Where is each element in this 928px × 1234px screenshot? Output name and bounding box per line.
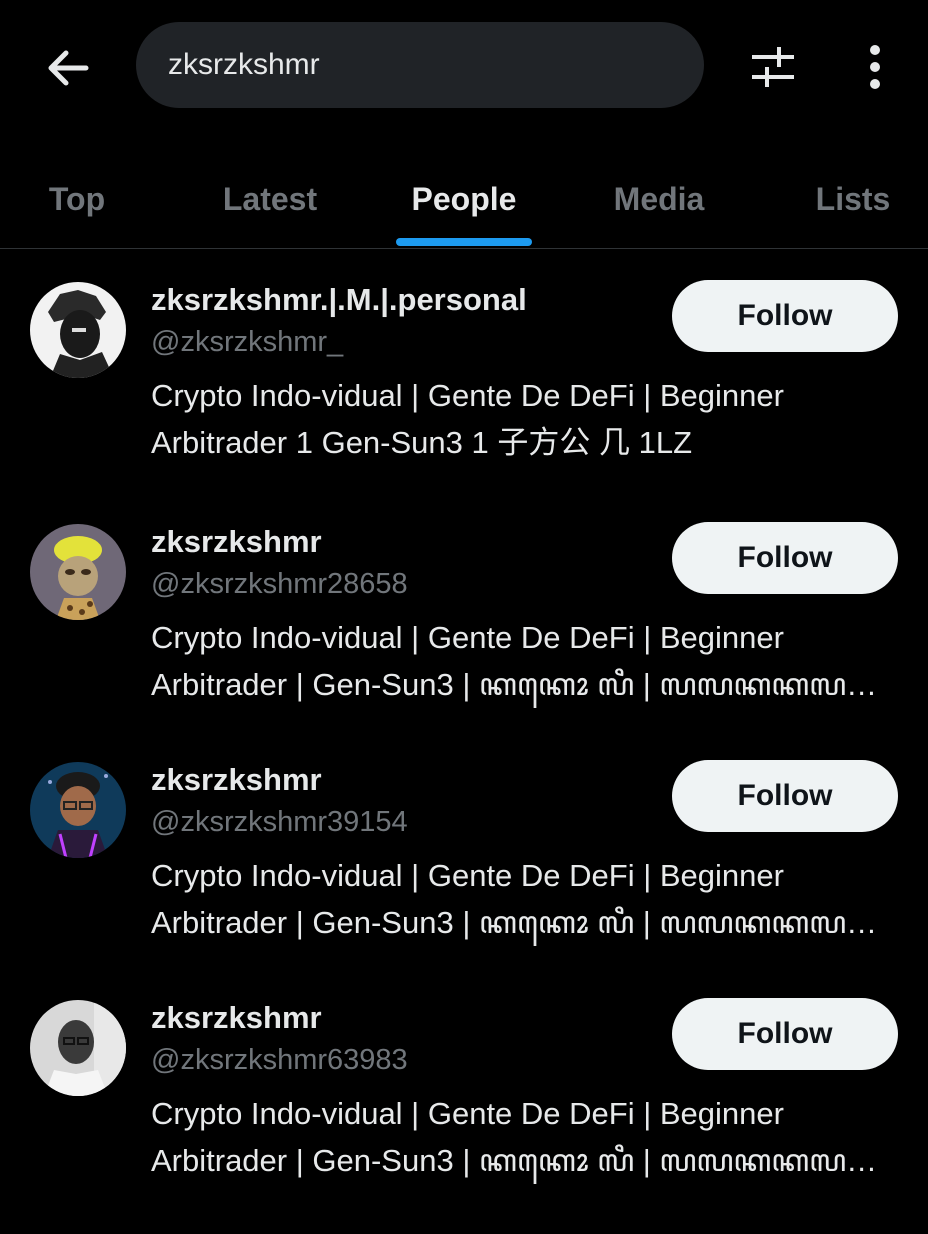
user-bio: Crypto Indo-vidual | Gente De DeFi | Beg… [151, 1090, 896, 1184]
avatar[interactable] [30, 524, 126, 620]
display-name: zksrzkshmr [151, 524, 322, 559]
follow-button[interactable]: Follow [672, 280, 898, 352]
bio-line: Crypto Indo-vidual | Gente De DeFi | Beg… [151, 858, 784, 893]
user-bio: Crypto Indo-vidual | Gente De DeFi | Beg… [151, 614, 896, 708]
active-tab-indicator [396, 238, 532, 246]
back-button[interactable] [40, 40, 96, 96]
bio-line: Crypto Indo-vidual | Gente De DeFi | Beg… [151, 378, 784, 413]
bio-line: Crypto Indo-vidual | Gente De DeFi | Beg… [151, 1096, 784, 1131]
display-name: zksrzkshmr [151, 1000, 322, 1035]
bio-line: Arbitrader | Gen-Sun3 | ꦏꦏꦺꦴ ꦭꦶ | ꦭꦭꦏꦏꦭ … [151, 667, 896, 702]
filter-button[interactable] [744, 38, 802, 96]
list-item[interactable]: zksrzkshmr @zksrzkshmr39154 Crypto Indo-… [0, 760, 928, 996]
bio-line: Arbitrader | Gen-Sun3 | ꦏꦏꦺꦴ ꦭꦶ | ꦭꦭꦏꦏꦭ … [151, 905, 896, 940]
more-options-button[interactable] [846, 38, 904, 96]
user-handle: @zksrzkshmr63983 [151, 1044, 408, 1076]
search-input[interactable] [166, 47, 674, 83]
avatar[interactable] [30, 282, 126, 378]
user-handle: @zksrzkshmr28658 [151, 568, 408, 600]
arrow-left-icon [48, 50, 89, 86]
more-vertical-icon [870, 45, 880, 89]
follow-button[interactable]: Follow [672, 522, 898, 594]
user-handle: @zksrzkshmr39154 [151, 806, 408, 838]
list-item[interactable]: zksrzkshmr.|.M.|.personal @zksrzkshmr_ C… [0, 280, 928, 516]
list-item[interactable]: zksrzkshmr @zksrzkshmr28658 Crypto Indo-… [0, 522, 928, 758]
avatar[interactable] [30, 762, 126, 858]
tab-lists[interactable]: Lists [800, 150, 906, 248]
follow-button[interactable]: Follow [672, 998, 898, 1070]
user-bio: Crypto Indo-vidual | Gente De DeFi | Beg… [151, 372, 896, 466]
list-item[interactable]: zksrzkshmr @zksrzkshmr63983 Crypto Indo-… [0, 998, 928, 1234]
display-name: zksrzkshmr.|.M.|.personal [151, 282, 527, 317]
top-bar [0, 0, 928, 130]
user-handle: @zksrzkshmr_ [151, 326, 344, 358]
search-tabs: Top Latest People Media Lists [0, 150, 928, 249]
search-bar[interactable] [136, 22, 704, 108]
tab-media[interactable]: Media [590, 150, 728, 248]
display-name: zksrzkshmr [151, 762, 322, 797]
tab-people[interactable]: People [390, 150, 538, 248]
user-bio: Crypto Indo-vidual | Gente De DeFi | Beg… [151, 852, 896, 946]
sliders-icon [752, 47, 794, 87]
avatar[interactable] [30, 1000, 126, 1096]
bio-line: Arbitrader | Gen-Sun3 | ꦏꦏꦺꦴ ꦭꦶ | ꦭꦭꦏꦏꦭ … [151, 1143, 896, 1178]
bio-line: Arbitrader 1 Gen-Sun3 1 子方公 几 1LZ [151, 425, 693, 460]
tab-top[interactable]: Top [20, 150, 134, 248]
tab-latest[interactable]: Latest [200, 150, 340, 248]
follow-button[interactable]: Follow [672, 760, 898, 832]
bio-line: Crypto Indo-vidual | Gente De DeFi | Beg… [151, 620, 784, 655]
